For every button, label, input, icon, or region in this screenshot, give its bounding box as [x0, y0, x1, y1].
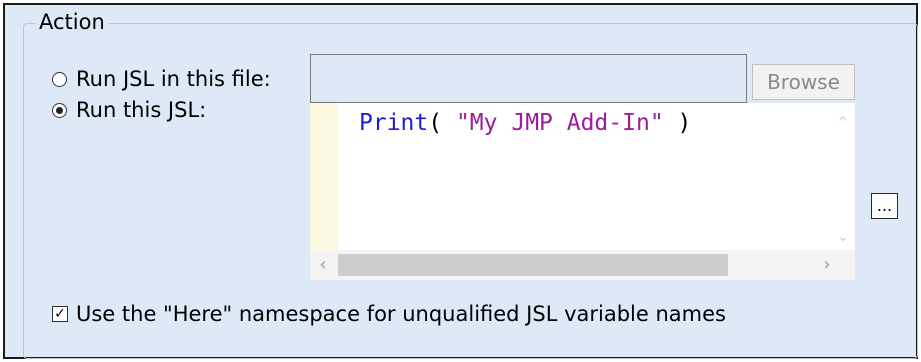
editor-gutter	[310, 103, 338, 250]
horizontal-scrollbar[interactable]: ‹ ›	[310, 250, 855, 280]
scroll-right-icon[interactable]: ›	[816, 254, 838, 276]
jsl-code-editor[interactable]: Print( "My JMP Add-In" ) ^ ⌄ ‹ ›	[310, 103, 855, 280]
jsl-file-path-input[interactable]	[310, 54, 747, 103]
code-open-paren: (	[428, 110, 456, 136]
group-title: Action	[35, 9, 109, 35]
code-function: Print	[359, 110, 429, 136]
run-file-radio[interactable]	[52, 71, 67, 87]
scroll-left-icon[interactable]: ‹	[312, 254, 334, 276]
run-jsl-radio[interactable]	[52, 102, 67, 118]
run-file-option[interactable]: Run JSL in this file:	[52, 66, 271, 92]
horizontal-scroll-thumb[interactable]	[338, 254, 728, 276]
here-namespace-checkbox[interactable]: ✓	[52, 306, 68, 322]
code-line: Print( "My JMP Add-In" )	[359, 109, 691, 137]
run-jsl-label: Run this JSL:	[76, 98, 207, 122]
code-string: "My JMP Add-In"	[455, 110, 664, 136]
browse-button[interactable]: Browse	[752, 64, 855, 100]
run-file-label: Run JSL in this file:	[76, 67, 271, 91]
here-namespace-label: Use the "Here" namespace for unqualified…	[76, 302, 726, 326]
expand-editor-button[interactable]: ...	[871, 193, 898, 219]
scroll-up-icon[interactable]: ^	[833, 115, 853, 131]
code-close-paren: )	[663, 110, 692, 136]
here-namespace-option[interactable]: ✓ Use the "Here" namespace for unqualifi…	[52, 301, 726, 327]
scroll-down-icon[interactable]: ⌄	[833, 229, 853, 245]
action-panel: Action Run JSL in this file: Run this JS…	[3, 3, 918, 359]
run-jsl-option[interactable]: Run this JSL:	[52, 97, 206, 123]
